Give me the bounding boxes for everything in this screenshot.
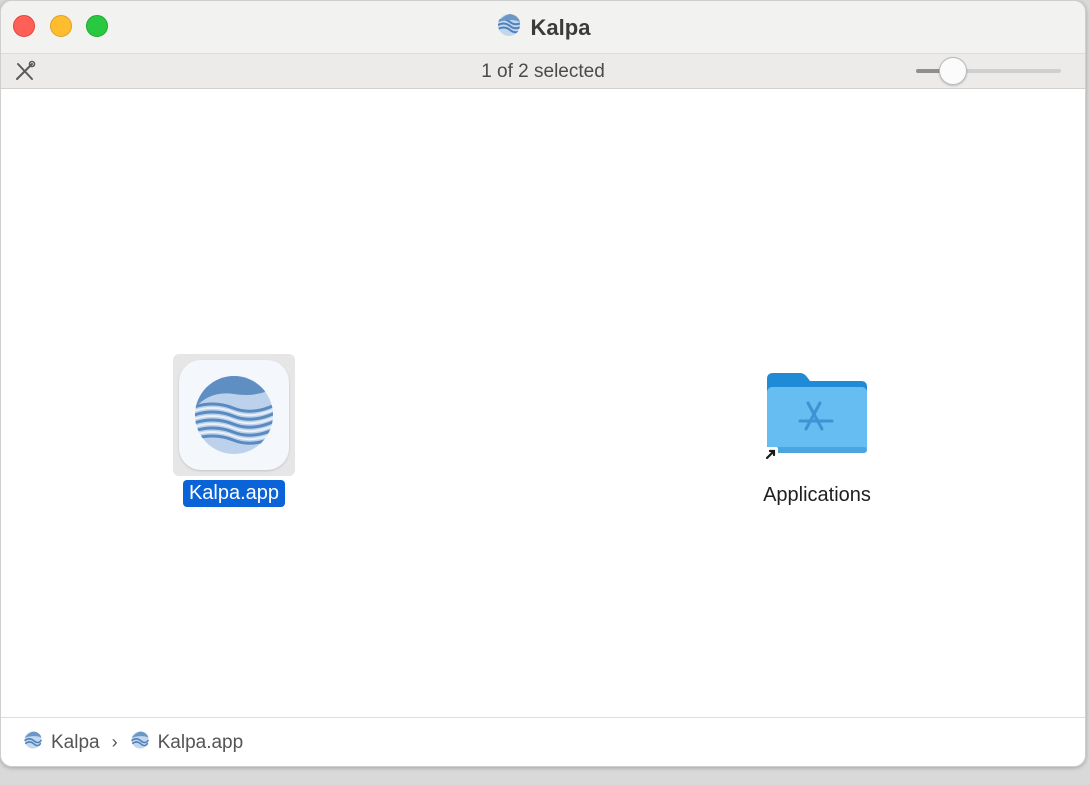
- file-name-label[interactable]: Kalpa.app: [182, 480, 286, 507]
- selection-highlight: [173, 354, 295, 476]
- file-area[interactable]: Kalpa.app Applications: [1, 89, 1085, 717]
- window-title: Kalpa: [530, 14, 591, 40]
- window-title-group: Kalpa: [1, 12, 1085, 43]
- kalpa-app-icon: [179, 360, 289, 470]
- kalpa-globe-icon: [496, 12, 522, 43]
- file-item-kalpa-app[interactable]: Kalpa.app: [171, 354, 297, 507]
- path-segment-folder[interactable]: Kalpa: [51, 732, 100, 754]
- icon-size-slider-thumb[interactable]: [939, 57, 967, 85]
- toolbar: 1 of 2 selected: [1, 53, 1085, 89]
- applications-folder-alias-icon: [764, 367, 870, 461]
- title-bar: Kalpa: [1, 1, 1085, 53]
- path-separator: ›: [111, 732, 118, 752]
- kalpa-globe-icon: [23, 730, 43, 755]
- file-item-applications[interactable]: Applications: [741, 367, 893, 509]
- finder-window: Kalpa 1 of 2 selected Kalpa.app Applicat…: [0, 0, 1086, 767]
- file-name-label[interactable]: Applications: [757, 482, 877, 509]
- path-segment-app[interactable]: Kalpa.app: [158, 732, 244, 754]
- kalpa-globe-icon: [130, 730, 150, 755]
- icon-size-slider[interactable]: [916, 69, 1061, 73]
- path-bar: Kalpa › Kalpa.app: [1, 717, 1085, 766]
